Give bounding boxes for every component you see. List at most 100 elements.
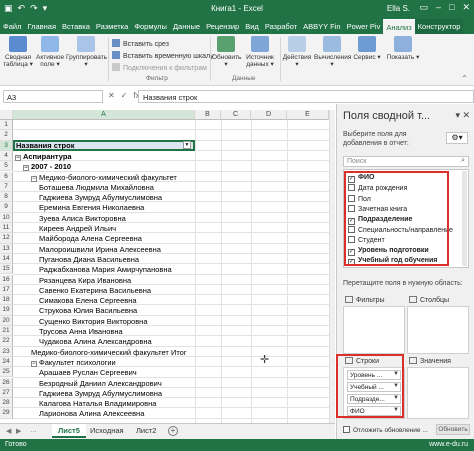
row-header[interactable]: 4 — [0, 150, 13, 162]
pivot-row-cell[interactable]: Ларионова Алина Алексеевна — [39, 409, 144, 418]
tab-review[interactable]: Рецензир — [203, 19, 242, 34]
row-header[interactable]: 13 — [0, 243, 13, 254]
pivot-row-cell[interactable]: Киреев Андрей Ильич — [39, 224, 116, 233]
field-list-scrollbar[interactable] — [462, 171, 467, 266]
row-header[interactable]: 1 — [0, 120, 13, 131]
row-header[interactable]: 10 — [0, 212, 13, 223]
show-button[interactable]: Показать ▾ — [386, 36, 420, 61]
more-sheets-icon[interactable]: … — [30, 427, 37, 434]
pivot-row-cell[interactable]: Майборода Алена Сергеевна — [39, 234, 142, 243]
row-labels-filter-button[interactable]: ▼ — [183, 141, 191, 149]
pivot-row-cell[interactable]: Арашаев Руслан Сергеевич — [39, 368, 137, 377]
pivot-row-cell[interactable]: Еремина Евгения Николаевна — [39, 203, 144, 212]
pivot-row-cell[interactable]: − Аспирантура — [15, 152, 72, 161]
row-header[interactable]: 6 — [0, 171, 13, 182]
group-button[interactable]: Группировать ▾ — [66, 36, 107, 68]
row-header[interactable]: 24 — [0, 356, 13, 368]
tab-abbyy[interactable]: ABBYY Fin — [300, 19, 343, 34]
row-header[interactable]: 26 — [0, 377, 13, 388]
defer-update-checkbox[interactable]: Отложить обновление ... — [343, 426, 428, 434]
select-all-corner[interactable] — [0, 110, 13, 120]
sheet-tab-source[interactable]: Исходная — [84, 424, 130, 438]
tab-design[interactable]: Конструктор — [414, 19, 464, 34]
pivot-row-cell[interactable]: Струкова Юлия Васильевна — [39, 306, 137, 315]
maximize-icon[interactable]: □ — [449, 2, 454, 13]
tab-analyze[interactable]: Анализ — [383, 19, 415, 34]
pivot-row-cell[interactable]: Савенко Екатерина Васильевна — [39, 286, 151, 295]
tab-file[interactable]: Файл — [0, 19, 24, 34]
enter-icon[interactable]: ✓ — [121, 91, 128, 100]
update-button[interactable]: Обновить — [436, 424, 470, 435]
pivot-row-cell[interactable]: Гаджиева Зумруд Абулмуслимовна — [39, 193, 162, 202]
columns-drop-area[interactable] — [407, 306, 469, 354]
pivot-row-cell[interactable]: Гаджиева Зумруд Абулмуслимовна — [39, 389, 162, 398]
pivot-row-cell[interactable]: − Факультет психологии — [31, 358, 116, 367]
prev-sheet-icon[interactable]: ◀ — [6, 427, 11, 435]
row-header[interactable]: 19 — [0, 305, 13, 316]
row-header[interactable]: 18 — [0, 295, 13, 306]
service-button[interactable]: Сервис ▾ — [352, 36, 382, 61]
tab-insert[interactable]: Вставка — [59, 19, 93, 34]
pivot-row-cell[interactable]: Пуганова Диана Васильевна — [39, 255, 139, 264]
column-header-a[interactable]: A — [13, 110, 195, 120]
actions-button[interactable]: Действия ▾ — [282, 36, 312, 68]
pane-close-icon[interactable]: ▾ ✕ — [455, 110, 470, 121]
row-header[interactable]: 5 — [0, 161, 13, 172]
active-field-button[interactable]: Активное поле ▾ — [36, 36, 64, 68]
filter-connections-button[interactable]: Подключения к фильтрам — [112, 63, 207, 72]
collapse-icon[interactable]: − — [23, 165, 29, 172]
ribbon-display-icon[interactable]: ▭ — [419, 2, 428, 13]
cancel-icon[interactable]: ✕ — [108, 91, 115, 100]
insert-slicer-button[interactable]: Вставить срез — [112, 39, 169, 48]
next-sheet-icon[interactable]: ▶ — [16, 427, 21, 435]
pivot-row-cell[interactable]: Сущенко Виктория Викторовна — [39, 317, 148, 326]
row-header[interactable]: 11 — [0, 223, 13, 234]
row-header[interactable]: 12 — [0, 233, 13, 244]
row-header[interactable]: 25 — [0, 367, 13, 378]
pivot-row-cell[interactable]: Симакова Елена Сергеевна — [39, 296, 137, 305]
row-header[interactable]: 15 — [0, 264, 13, 275]
row-header[interactable]: 3 — [0, 140, 13, 151]
calculations-button[interactable]: Вычисления ▾ — [314, 36, 351, 68]
add-sheet-icon[interactable]: + — [168, 426, 178, 436]
row-header[interactable]: 29 — [0, 408, 13, 419]
tab-developer[interactable]: Разработ — [262, 19, 300, 34]
pivot-row-cell[interactable]: Малороишвили Ирина Алексеевна — [39, 245, 161, 254]
tab-power-pivot[interactable]: Power Piv — [344, 19, 384, 34]
values-drop-area[interactable] — [407, 367, 469, 419]
collapse-icon[interactable]: − — [31, 175, 37, 182]
tab-page-layout[interactable]: Разметка — [93, 19, 131, 34]
pivot-row-cell[interactable]: Трусова Анна Ивановна — [39, 327, 123, 336]
pivot-row-labels-header[interactable]: Названия строк — [16, 141, 74, 150]
row-header[interactable]: 21 — [0, 326, 13, 337]
row-header[interactable]: 14 — [0, 253, 13, 265]
field-search-input[interactable]: Поиск ⌕ — [343, 156, 469, 167]
collapse-ribbon-icon[interactable]: ⌃ — [461, 74, 468, 83]
pivot-row-cell[interactable]: Раджабханова Мария Амирчупановна — [39, 265, 172, 274]
row-header[interactable]: 23 — [0, 346, 13, 357]
row-header[interactable]: 2 — [0, 130, 13, 141]
pane-settings-gear-icon[interactable]: ⚙▾ — [446, 132, 468, 144]
tab-data[interactable]: Данные — [170, 19, 203, 34]
pivot-row-cell[interactable]: −2007 - 2010 — [23, 162, 71, 172]
pivot-row-cell[interactable]: Чудакова Алина Александровна — [39, 337, 152, 346]
pivot-row-cell[interactable]: Рязанцева Кира Ивановна — [39, 276, 131, 285]
row-header[interactable]: 28 — [0, 398, 13, 409]
data-source-button[interactable]: Источник данных ▾ — [243, 36, 277, 68]
pivot-row-cell[interactable]: Медико-биолого-химический факультет Итог — [31, 348, 187, 357]
name-box[interactable]: A3 — [3, 90, 103, 103]
refresh-button[interactable]: Обновить ▾ — [212, 36, 241, 68]
pivot-row-cell[interactable]: Калагова Наталья Владимировна — [39, 399, 156, 408]
collapse-icon[interactable]: − — [15, 154, 21, 161]
tab-home[interactable]: Главная — [24, 19, 59, 34]
pivot-row-cell[interactable]: Боташева Людмила Михайловна — [39, 183, 154, 192]
column-header-e[interactable]: E — [287, 110, 329, 120]
worksheet-grid[interactable]: A B C D E 1 2 3 4 5 6 7 8 9 10 11 12 13 14 15 16 17 18 19 2… — [0, 110, 329, 423]
column-header-d[interactable]: D — [251, 110, 287, 120]
vertical-scrollbar[interactable] — [329, 110, 335, 423]
column-header-c[interactable]: C — [221, 110, 251, 120]
insert-timeline-button[interactable]: Вставить временную шкалу — [112, 51, 214, 60]
close-icon[interactable]: ✕ — [462, 2, 470, 13]
user-name[interactable]: Ella S. — [387, 4, 410, 13]
pivot-row-cell[interactable]: − Медико-биолого-химический факультет — [31, 173, 177, 182]
